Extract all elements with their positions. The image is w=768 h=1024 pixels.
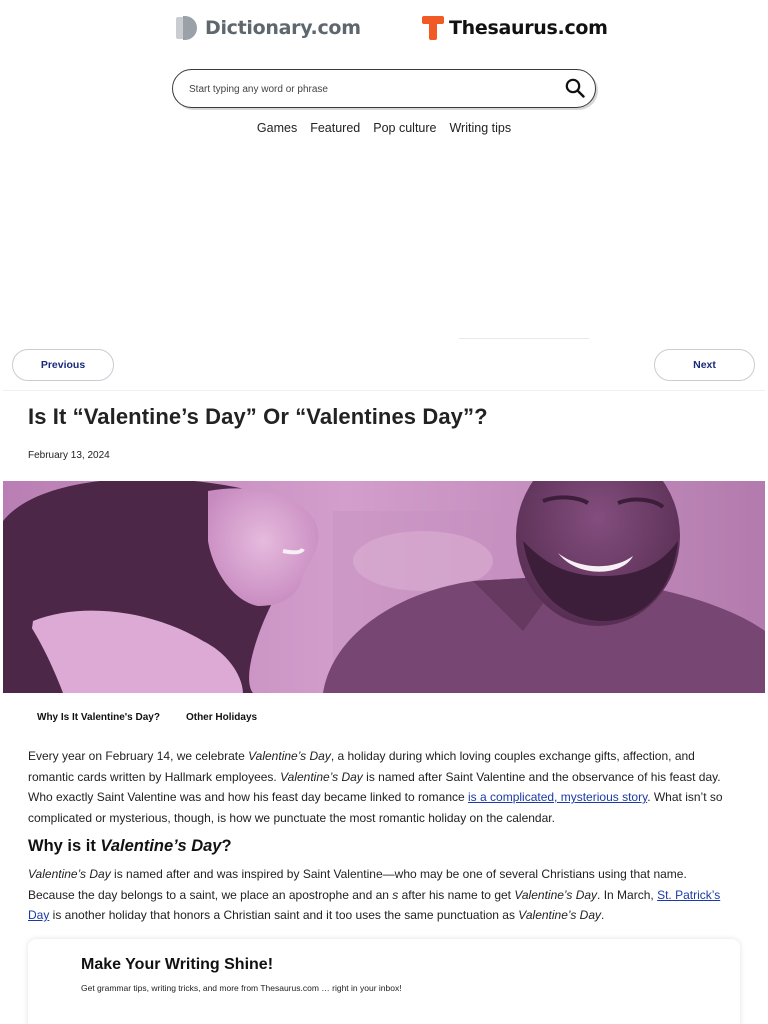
text: Every year on February 14, we celebrate — [28, 749, 249, 763]
site-header: Dictionary.com Thesaurus.com Games Featu… — [0, 0, 768, 150]
article-date: February 13, 2024 — [28, 450, 110, 461]
next-button[interactable]: Next — [654, 349, 755, 381]
newsletter-subtitle: Get grammar tips, writing tricks, and mo… — [81, 983, 402, 993]
thesaurus-logo-icon — [422, 16, 444, 40]
hero-image — [3, 481, 765, 693]
dictionary-logo-icon — [176, 16, 198, 40]
thesaurus-logo-text: Thesaurus.com — [449, 17, 608, 39]
dictionary-logo-text: Dictionary.com — [205, 17, 361, 39]
newsletter-signup: Make Your Writing Shine! Get grammar tip… — [28, 939, 740, 1024]
search-icon[interactable] — [565, 78, 585, 98]
article-title: Is It “Valentine’s Day” Or “Valentines D… — [28, 404, 488, 429]
text: after his name to get — [398, 887, 515, 902]
italic-term: Valentine’s Day — [280, 769, 363, 784]
italic-term: Valentine’s Day — [248, 749, 331, 763]
heading-text: ? — [221, 837, 232, 855]
dictionary-logo[interactable]: Dictionary.com — [176, 16, 361, 40]
why-paragraph: Valentine’s Day is named after and was i… — [28, 864, 733, 926]
toc-why-valentines[interactable]: Why Is It Valentine's Day? — [37, 712, 160, 723]
table-of-contents: Why Is It Valentine's Day? Other Holiday… — [37, 712, 257, 723]
previous-button[interactable]: Previous — [12, 349, 114, 381]
text: . In March, — [597, 887, 658, 902]
ad-divider — [459, 338, 589, 339]
italic-term: Valentine’s Day — [28, 867, 111, 881]
thesaurus-logo[interactable]: Thesaurus.com — [422, 16, 608, 40]
nav-pop-culture[interactable]: Pop culture — [373, 121, 436, 135]
text: . — [601, 908, 605, 922]
newsletter-title: Make Your Writing Shine! — [81, 956, 274, 973]
intro-paragraph: Every year on February 14, we celebrate … — [28, 746, 733, 828]
italic-term: Valentine’s Day — [518, 908, 602, 922]
nav-games[interactable]: Games — [257, 121, 297, 135]
search-input[interactable] — [189, 79, 549, 99]
italic-term: Valentine’s Day — [514, 887, 598, 902]
section-heading-why: Why is it Valentine’s Day? — [28, 837, 232, 856]
heading-italic: Valentine’s Day — [100, 837, 222, 855]
nav-writing-tips[interactable]: Writing tips — [449, 121, 511, 135]
complicated-story-link[interactable]: is a complicated, mysterious story — [468, 790, 647, 804]
hero-photo-couple — [3, 481, 765, 693]
main-nav: Games Featured Pop culture Writing tips — [0, 121, 768, 135]
heading-text: Why is it — [28, 837, 101, 855]
search-bar — [172, 69, 596, 108]
toc-other-holidays[interactable]: Other Holidays — [186, 712, 257, 723]
text: is another holiday that honors a Christi… — [49, 908, 519, 922]
nav-featured[interactable]: Featured — [310, 121, 360, 135]
